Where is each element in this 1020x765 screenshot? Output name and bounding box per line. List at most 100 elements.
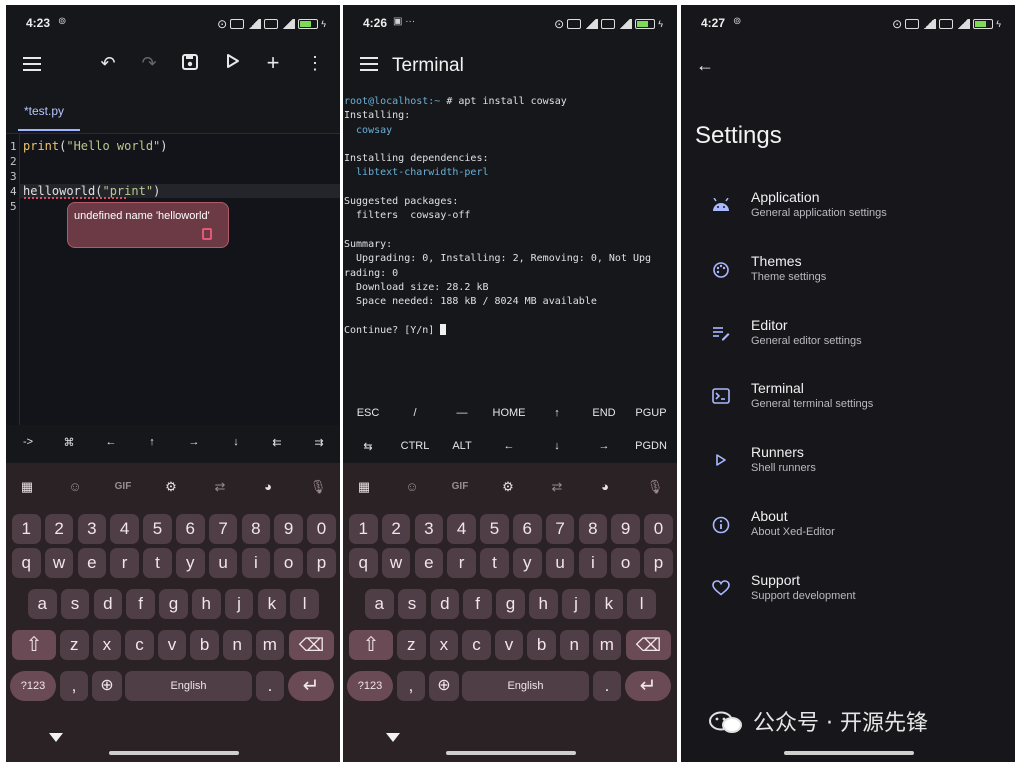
gesture-bar[interactable]	[109, 751, 239, 755]
extra-key[interactable]: ←	[91, 436, 131, 448]
key-0[interactable]: 0	[307, 514, 336, 544]
key-y[interactable]: y	[176, 548, 205, 578]
sticker-icon[interactable]: ☺	[401, 477, 423, 497]
key-1[interactable]: 1	[349, 514, 378, 544]
key-e[interactable]: e	[77, 548, 107, 578]
period-key[interactable]: .	[593, 671, 621, 701]
settings-item-terminal[interactable]: Terminal General terminal settings	[681, 378, 1015, 422]
key-u[interactable]: u	[208, 548, 238, 578]
language-globe-icon[interactable]: ⊕	[92, 671, 122, 701]
extra-key[interactable]: ->	[8, 436, 48, 448]
apps-icon[interactable]: ▦	[16, 477, 38, 497]
key-p[interactable]: p	[307, 548, 336, 578]
enter-key[interactable]: ↵	[288, 671, 334, 701]
key-m[interactable]: m	[255, 630, 285, 660]
key-4[interactable]: 4	[447, 514, 476, 544]
extra-key-left[interactable]: ←	[489, 440, 529, 452]
key-7[interactable]: 7	[545, 514, 575, 544]
key-a[interactable]: a	[365, 589, 394, 619]
comma-key[interactable]: ,	[60, 671, 88, 701]
sticker-icon[interactable]: ☺	[64, 477, 86, 497]
gesture-bar[interactable]	[446, 751, 576, 755]
key-r[interactable]: r	[110, 548, 139, 578]
key-i[interactable]: i	[241, 548, 271, 578]
key-b[interactable]: b	[527, 630, 556, 660]
key-m[interactable]: m	[592, 630, 622, 660]
key-k[interactable]: k	[594, 589, 624, 619]
key-n[interactable]: n	[560, 630, 589, 660]
language-globe-icon[interactable]: ⊕	[429, 671, 459, 701]
save-icon[interactable]	[178, 53, 202, 75]
key-3[interactable]: 3	[414, 514, 444, 544]
extra-key-esc[interactable]: ESC	[348, 407, 388, 419]
settings-item-application[interactable]: Application General application settings	[681, 187, 1015, 231]
key-7[interactable]: 7	[208, 514, 238, 544]
key-g[interactable]: g	[159, 589, 188, 619]
shift-key[interactable]: ⇧	[12, 630, 56, 660]
key-8[interactable]: 8	[578, 514, 608, 544]
key-j[interactable]: j	[561, 589, 591, 619]
extra-key[interactable]: ↓	[216, 436, 256, 448]
extra-key[interactable]: ↑	[132, 436, 172, 448]
key-x[interactable]: x	[429, 630, 459, 660]
key-z[interactable]: z	[397, 630, 426, 660]
key-5[interactable]: 5	[480, 514, 509, 544]
key-a[interactable]: a	[28, 589, 57, 619]
settings-item-themes[interactable]: Themes Theme settings	[681, 251, 1015, 295]
key-f[interactable]: f	[126, 589, 155, 619]
key-d[interactable]: d	[93, 589, 123, 619]
extra-key-alt[interactable]: ALT	[442, 440, 482, 452]
key-i[interactable]: i	[578, 548, 608, 578]
key-5[interactable]: 5	[143, 514, 172, 544]
key-j[interactable]: j	[224, 589, 254, 619]
key-6[interactable]: 6	[513, 514, 542, 544]
extra-key-ctrl[interactable]: CTRL	[395, 440, 435, 452]
settings-item-support[interactable]: Support Support development	[681, 570, 1015, 614]
key-c[interactable]: c	[125, 630, 154, 660]
extra-key-down[interactable]: ↓	[537, 440, 577, 452]
key-9[interactable]: 9	[611, 514, 640, 544]
key-c[interactable]: c	[462, 630, 491, 660]
key-6[interactable]: 6	[176, 514, 205, 544]
key-2[interactable]: 2	[381, 514, 411, 544]
key-s[interactable]: s	[397, 589, 427, 619]
gif-icon[interactable]: GIF	[449, 477, 471, 497]
key-0[interactable]: 0	[644, 514, 673, 544]
undo-icon[interactable]: ↶	[96, 53, 120, 73]
keyboard-hide-icon[interactable]	[49, 733, 63, 742]
enter-key[interactable]: ↵	[625, 671, 671, 701]
key-g[interactable]: g	[496, 589, 525, 619]
key-s[interactable]: s	[60, 589, 90, 619]
key-v[interactable]: v	[157, 630, 187, 660]
gif-icon[interactable]: GIF	[112, 477, 134, 497]
symbols-key[interactable]: ?123	[347, 671, 393, 701]
backspace-key[interactable]: ⌫	[626, 630, 671, 660]
key-h[interactable]: h	[529, 589, 558, 619]
code-editor[interactable]: 1 2 3 4 5 print("Hello world") helloworl…	[6, 133, 340, 425]
key-o[interactable]: o	[274, 548, 303, 578]
key-x[interactable]: x	[92, 630, 122, 660]
settings-item-about[interactable]: About About Xed-Editor	[681, 506, 1015, 550]
comma-key[interactable]: ,	[397, 671, 425, 701]
key-t[interactable]: t	[143, 548, 172, 578]
key-t[interactable]: t	[480, 548, 509, 578]
space-key[interactable]: English	[462, 671, 589, 701]
key-p[interactable]: p	[644, 548, 673, 578]
extra-key-slash[interactable]: /	[395, 407, 435, 419]
key-k[interactable]: k	[257, 589, 287, 619]
symbols-key[interactable]: ?123	[10, 671, 56, 701]
gesture-bar[interactable]	[784, 751, 914, 755]
settings-icon[interactable]: ⚙	[497, 477, 519, 497]
key-h[interactable]: h	[192, 589, 221, 619]
translate-icon[interactable]: ⇄	[209, 477, 231, 497]
space-key[interactable]: English	[125, 671, 252, 701]
key-o[interactable]: o	[611, 548, 640, 578]
mic-icon[interactable]: 🎙	[307, 477, 329, 497]
menu-icon[interactable]	[23, 57, 41, 71]
key-b[interactable]: b	[190, 630, 219, 660]
key-n[interactable]: n	[223, 630, 252, 660]
extra-key[interactable]: ⌘	[49, 436, 89, 449]
key-q[interactable]: q	[12, 548, 41, 578]
extra-key[interactable]: →	[174, 436, 214, 448]
apps-icon[interactable]: ▦	[353, 477, 375, 497]
